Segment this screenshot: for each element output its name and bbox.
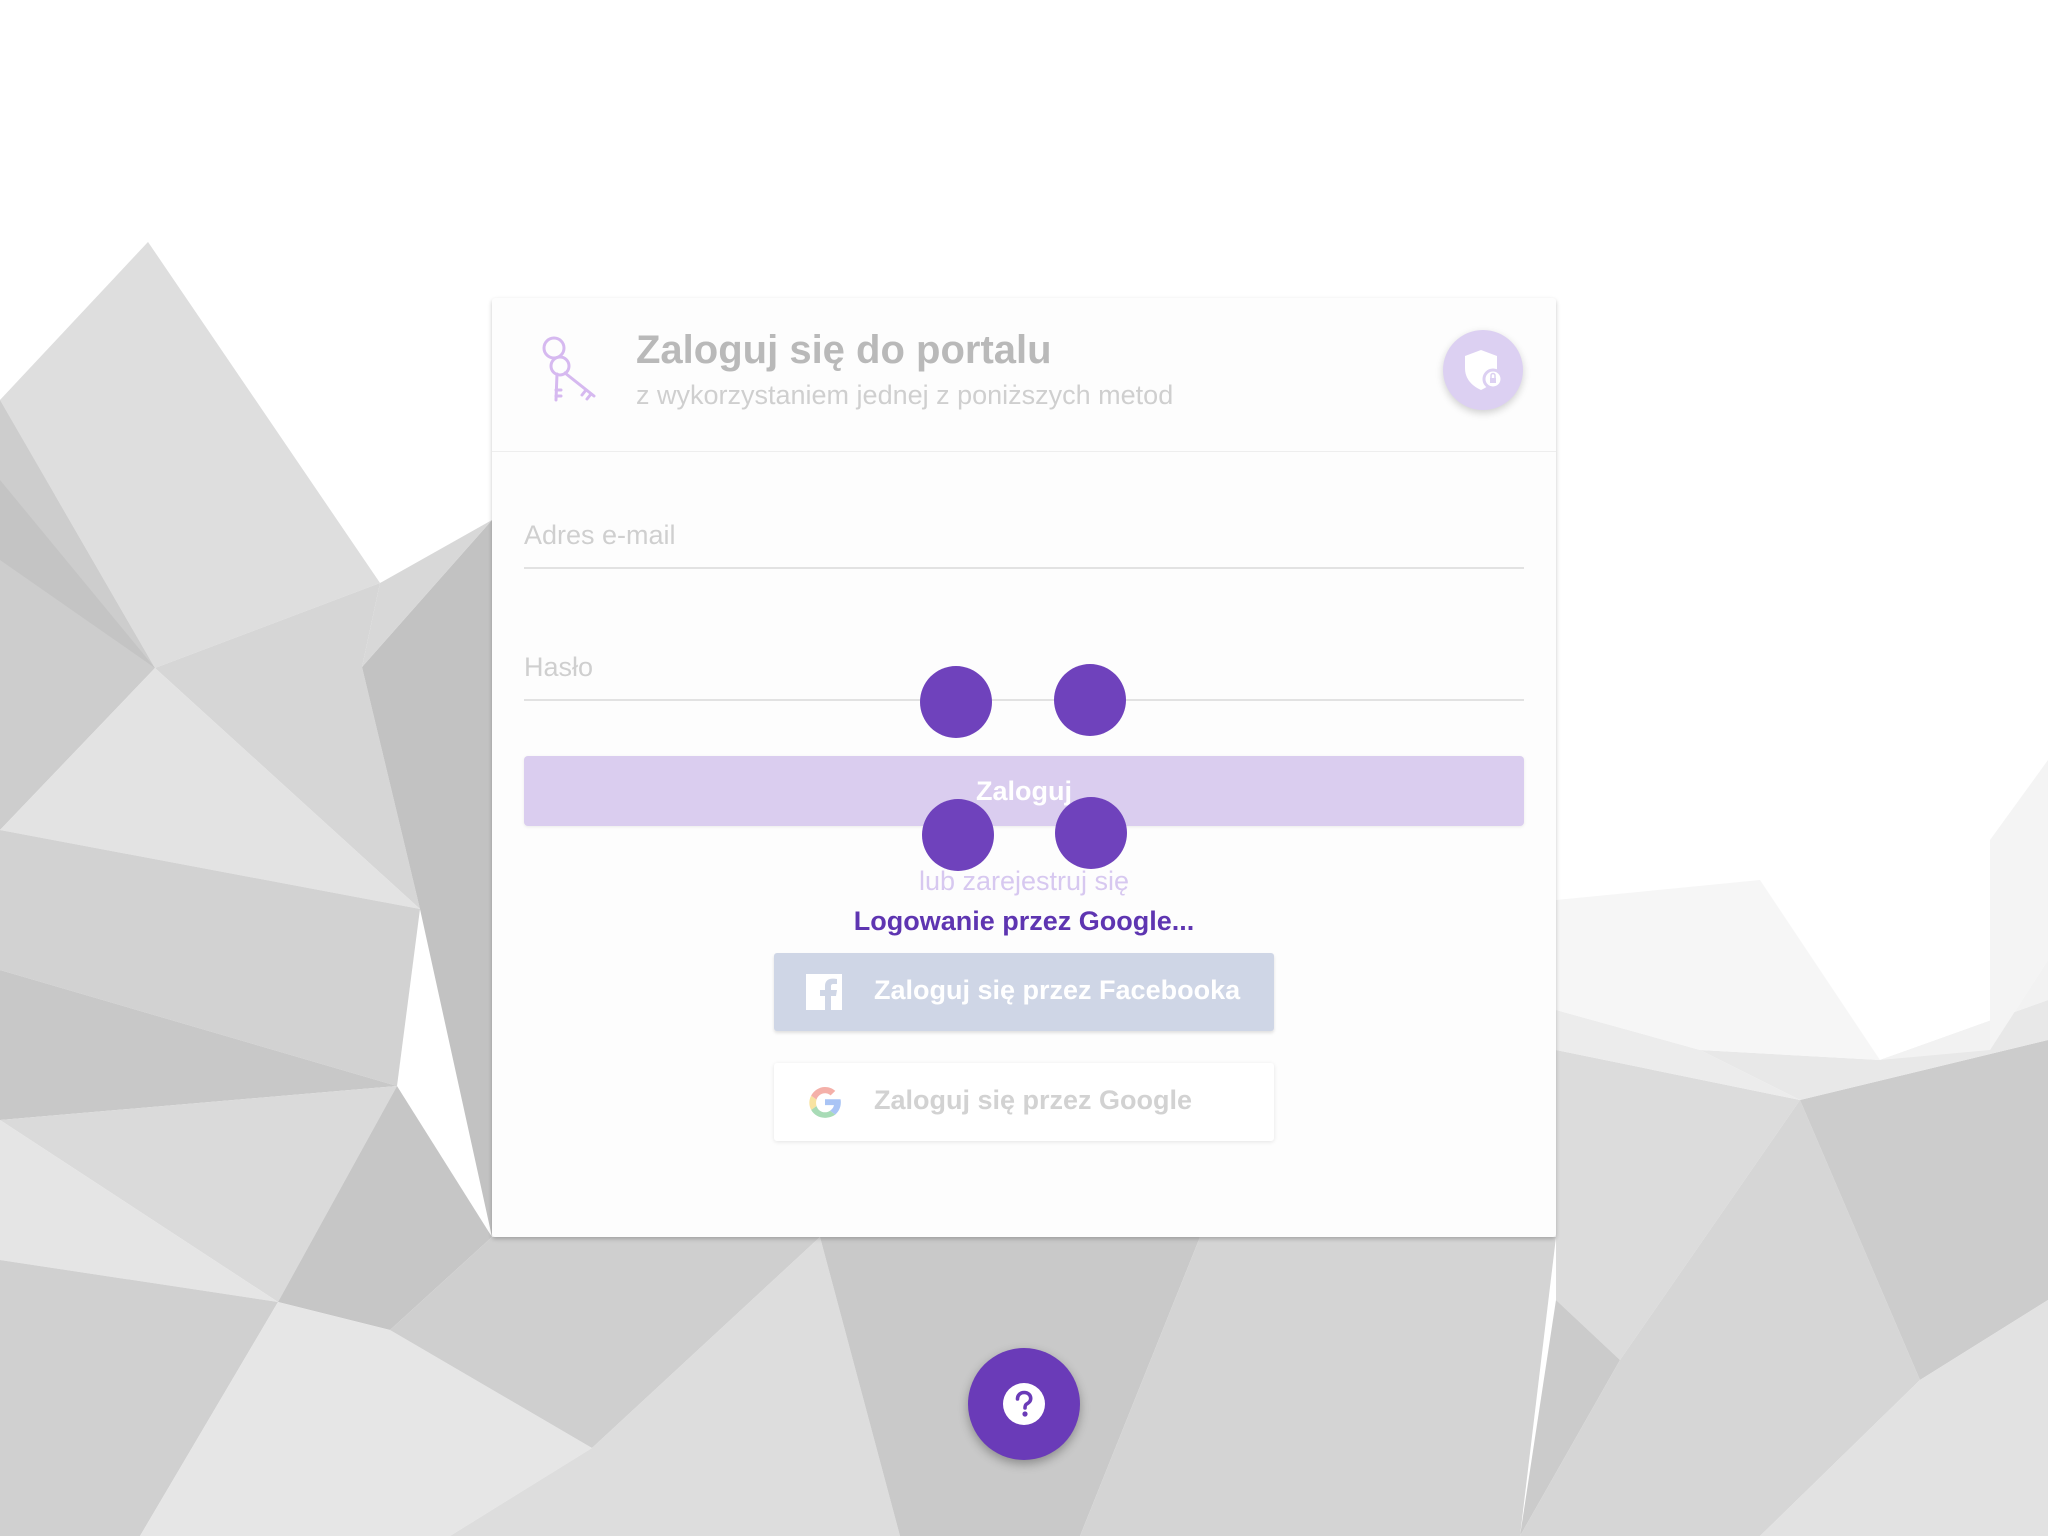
shield-icon — [1465, 350, 1503, 390]
email-field[interactable]: Adres e-mail — [524, 520, 1524, 569]
email-underline — [524, 567, 1524, 569]
help-button[interactable] — [968, 1348, 1080, 1460]
register-link[interactable]: lub zarejestruj się — [492, 866, 1556, 897]
password-placeholder: Hasło — [524, 652, 594, 682]
password-underline — [524, 699, 1524, 701]
google-login-button[interactable]: Zaloguj się przez Google — [774, 1063, 1274, 1141]
google-login-status: Logowanie przez Google... — [853, 906, 1195, 936]
facebook-icon — [806, 974, 842, 1010]
page-title: Zaloguj się do portalu — [636, 328, 1052, 372]
privacy-button[interactable] — [1443, 330, 1523, 410]
page-subtitle: z wykorzystaniem jednej z poniższych met… — [636, 380, 1174, 410]
google-login-label: Zaloguj się przez Google — [874, 1085, 1193, 1115]
keys-icon — [542, 336, 596, 402]
question-icon — [1003, 1383, 1045, 1425]
spinner-dot — [920, 666, 992, 738]
login-button-label: Zaloguj — [976, 775, 1072, 806]
spinner-dot — [1055, 797, 1127, 869]
spinner-dot — [1054, 664, 1126, 736]
facebook-login-label: Zaloguj się przez Facebooka — [874, 975, 1241, 1005]
spinner-dot — [922, 799, 994, 871]
facebook-login-button[interactable]: Zaloguj się przez Facebooka — [774, 953, 1274, 1031]
email-placeholder: Adres e-mail — [524, 520, 676, 550]
password-field[interactable]: Hasło — [524, 652, 1524, 701]
login-card: Zaloguj się do portalu z wykorzystaniem … — [492, 298, 1556, 1237]
card-header: Zaloguj się do portalu z wykorzystaniem … — [492, 298, 1556, 452]
google-icon — [809, 1086, 841, 1118]
login-button[interactable]: Zaloguj — [524, 756, 1524, 826]
